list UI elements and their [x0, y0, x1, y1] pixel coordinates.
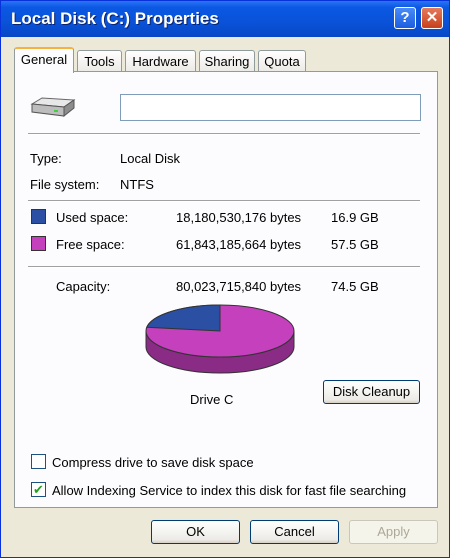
- used-space-bytes: 18,180,530,176 bytes: [176, 210, 302, 225]
- help-button[interactable]: ?: [394, 7, 416, 29]
- used-space-swatch: [31, 209, 46, 224]
- close-button[interactable]: ✕: [421, 7, 443, 29]
- used-space-label: Used space:: [56, 210, 129, 225]
- free-space-swatch: [31, 236, 46, 251]
- free-space-label: Free space:: [56, 237, 125, 252]
- tab-sharing[interactable]: Sharing: [199, 50, 255, 71]
- separator: [28, 266, 420, 268]
- tab-quota[interactable]: Quota: [258, 50, 306, 71]
- disk-cleanup-button[interactable]: Disk Cleanup: [323, 380, 420, 404]
- file-system-value: NTFS: [120, 177, 154, 192]
- tab-hardware[interactable]: Hardware: [125, 50, 196, 71]
- apply-button: Apply: [349, 520, 438, 544]
- allow-indexing-label[interactable]: Allow Indexing Service to index this dis…: [52, 483, 406, 498]
- tab-tools[interactable]: Tools: [77, 50, 122, 71]
- hard-drive-icon: [30, 97, 76, 118]
- capacity-bytes: 80,023,715,840 bytes: [176, 279, 302, 294]
- separator: [28, 200, 420, 202]
- ok-button[interactable]: OK: [151, 520, 240, 544]
- tab-general[interactable]: General: [14, 47, 74, 73]
- capacity-label: Capacity:: [56, 279, 111, 294]
- title-bar[interactable]: Local Disk (C:) Properties ? ✕: [1, 1, 449, 37]
- compress-drive-checkbox[interactable]: [31, 454, 46, 469]
- compress-drive-label[interactable]: Compress drive to save disk space: [52, 455, 254, 470]
- separator: [28, 133, 420, 135]
- type-value: Local Disk: [120, 151, 180, 166]
- pie-slice-used: [146, 304, 221, 332]
- type-label: Type:: [30, 151, 62, 166]
- used-space-size: 16.9 GB: [331, 210, 379, 225]
- free-space-bytes: 61,843,185,664 bytes: [176, 237, 302, 252]
- capacity-size: 74.5 GB: [331, 279, 379, 294]
- drive-caption: Drive C: [190, 392, 234, 407]
- disk-usage-pie-chart: [145, 304, 295, 374]
- window-title: Local Disk (C:) Properties: [11, 9, 219, 28]
- free-space-size: 57.5 GB: [331, 237, 379, 252]
- allow-indexing-checkbox[interactable]: ✔: [31, 482, 46, 497]
- file-system-label: File system:: [30, 177, 100, 192]
- cancel-button[interactable]: Cancel: [250, 520, 339, 544]
- drive-label-input[interactable]: [120, 94, 421, 121]
- properties-dialog: Local Disk (C:) Properties ? ✕ General T…: [0, 0, 450, 558]
